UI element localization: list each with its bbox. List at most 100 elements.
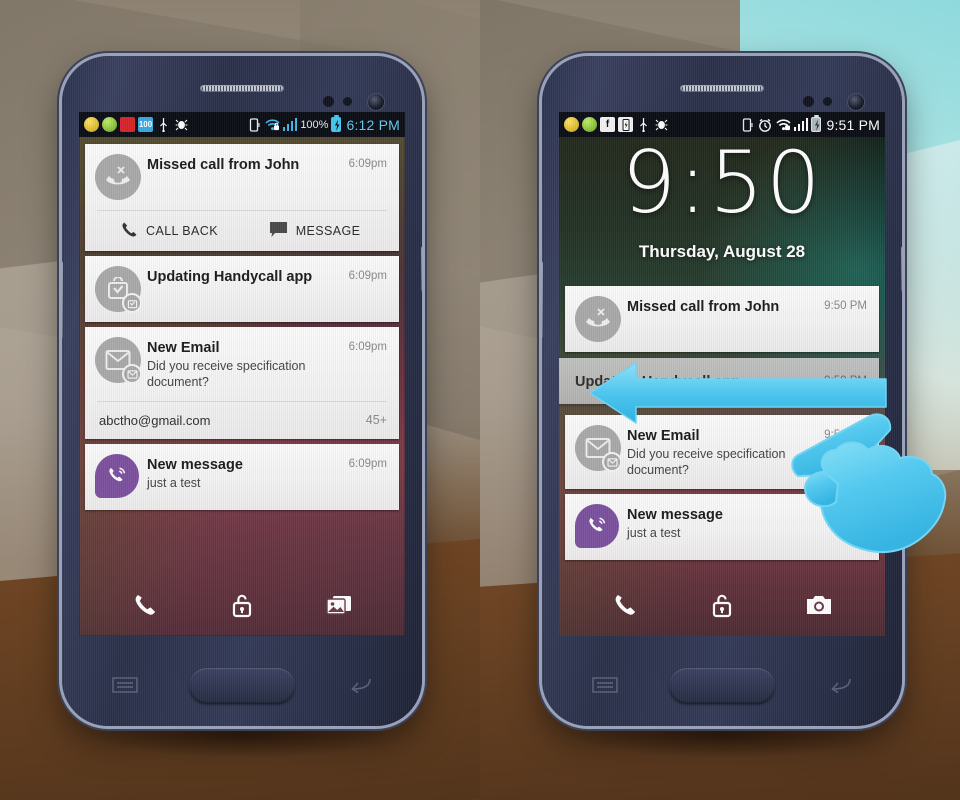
notification-title: New Email <box>147 340 220 356</box>
phone-icon[interactable] <box>128 588 162 622</box>
unlock-icon[interactable] <box>225 588 259 622</box>
notification-subtitle: Did you receive specification document? <box>147 359 306 390</box>
update-badge-icon <box>122 293 142 313</box>
notification-time: 6:09pm <box>348 341 387 353</box>
power-button[interactable] <box>421 246 422 292</box>
viber-icon <box>575 503 621 550</box>
notification-time: 6:09pm <box>348 158 387 170</box>
app-green-icon <box>582 117 597 132</box>
home-button[interactable] <box>669 668 775 704</box>
notification-list-left[interactable]: Missed call from John 6:09pm CALL BACK M… <box>85 144 399 515</box>
notification-time: 6:09pm <box>348 457 387 470</box>
phone-device-right: f 9:51 PM 9:50 Thursday, August 28 Misse… <box>542 56 902 726</box>
phone-icon <box>121 221 138 241</box>
proximity-sensor-icon <box>803 96 814 107</box>
notification-new-email[interactable]: New Email Did you receive specification … <box>565 415 879 489</box>
phone-icon[interactable] <box>608 588 642 622</box>
notification-title: New message <box>627 506 723 523</box>
debug-bug-icon <box>174 117 189 132</box>
proximity-sensor-icon <box>323 96 334 107</box>
back-key[interactable] <box>346 677 372 694</box>
volume-rocker-button[interactable] <box>542 261 543 339</box>
notification-new-email[interactable]: New Email Did you receive specification … <box>85 327 399 439</box>
power-button[interactable] <box>901 246 902 292</box>
home-button[interactable] <box>189 668 295 704</box>
email-badge-icon <box>122 364 142 384</box>
notification-title: Updating Handycall app <box>575 374 741 390</box>
debug-bug-icon <box>654 117 669 132</box>
lock-shortcuts-left[interactable] <box>79 588 405 622</box>
comparison-screenshot: 100 100% 6:12 PM Missed call from John 6… <box>0 0 960 800</box>
battery-percent-label: 100% <box>300 118 329 131</box>
missed-call-icon <box>95 154 141 200</box>
camera-icon[interactable] <box>802 588 836 622</box>
notification-time: 6:09pm <box>348 270 387 282</box>
lock-date-label: Thursday, August 28 <box>638 242 806 261</box>
app-yellow-icon <box>84 117 99 132</box>
lock-screen-clock: 9:50 Thursday, August 28 <box>559 140 885 262</box>
lock-shortcuts-right[interactable] <box>559 588 885 622</box>
lock-time-label: 9:50 <box>621 133 823 233</box>
android-green-icon <box>102 117 117 132</box>
earpiece-speaker-icon <box>680 85 764 92</box>
notification-title: Missed call from John <box>147 157 300 173</box>
signal-bars-icon <box>793 118 809 131</box>
notification-title: New message <box>147 456 243 473</box>
battery-charging-icon <box>331 115 342 132</box>
usb-icon <box>156 117 171 132</box>
screen-left[interactable]: 100 100% 6:12 PM Missed call from John 6… <box>79 112 405 636</box>
email-address-label: abctho@gmail.com <box>99 412 211 428</box>
volume-rocker-button[interactable] <box>62 261 63 339</box>
light-sensor-icon <box>343 97 352 106</box>
gmail-icon <box>575 425 622 472</box>
notification-updating-app[interactable]: Updating Handycall app 6:09pm <box>85 256 399 322</box>
battery-icon <box>811 115 822 132</box>
back-key[interactable] <box>826 677 852 694</box>
front-camera-icon <box>368 94 384 110</box>
notification-subtitle: just a test <box>627 525 681 540</box>
call-back-button[interactable]: CALL BACK <box>97 211 242 251</box>
notification-subtitle: just a test <box>147 475 201 490</box>
notification-time: 9:50 PM <box>824 507 867 520</box>
app-update-icon <box>95 266 142 313</box>
notification-updating-app-swiping[interactable]: Updating Handycall app 9:50 PM <box>559 358 879 405</box>
menu-key[interactable] <box>112 677 138 693</box>
notification-subtitle: Did you receive specification document? <box>627 447 786 478</box>
gallery-icon[interactable] <box>322 588 356 622</box>
email-count-badge: 45+ <box>365 413 387 428</box>
gmail-icon <box>95 337 142 384</box>
email-badge-icon <box>602 452 622 472</box>
app-red-icon <box>120 117 135 132</box>
notification-email-row[interactable]: abctho@gmail.com 45+ <box>97 400 387 439</box>
wifi-secure-icon <box>776 117 791 132</box>
call-back-label: CALL BACK <box>146 224 218 238</box>
vibrate-icon <box>247 117 262 132</box>
message-bubble-icon <box>269 221 288 241</box>
notification-missed-call[interactable]: Missed call from John 9:50 PM <box>565 286 879 352</box>
app-100-icon: 100 <box>138 117 153 132</box>
notification-list-right[interactable]: Missed call from John 9:50 PM New Email … <box>565 286 879 565</box>
notification-time: 9:50 PM <box>824 375 867 387</box>
viber-icon <box>95 453 141 500</box>
message-button[interactable]: MESSAGE <box>242 211 387 251</box>
notification-time: 9:50 PM <box>824 300 867 312</box>
notification-new-message[interactable]: New message just a test 6:09pm <box>85 443 399 510</box>
notification-new-message[interactable]: New message just a test 9:50 PM <box>565 493 879 560</box>
menu-key[interactable] <box>592 677 618 693</box>
notification-title: New Email <box>627 428 700 444</box>
wifi-secure-icon <box>265 117 280 132</box>
missed-call-icon <box>575 296 621 342</box>
unlock-icon[interactable] <box>705 588 739 622</box>
status-bar-clock: 6:12 PM <box>346 116 400 133</box>
message-label: MESSAGE <box>295 224 361 238</box>
screen-right[interactable]: f 9:51 PM 9:50 Thursday, August 28 Misse… <box>559 112 885 636</box>
usb-icon <box>636 117 651 132</box>
status-bar-clock: 9:51 PM <box>826 116 880 133</box>
notification-title: Missed call from John <box>627 299 780 315</box>
notification-time: 9:50 PM <box>824 429 867 441</box>
notification-actions[interactable]: CALL BACK MESSAGE <box>97 210 387 251</box>
notification-missed-call[interactable]: Missed call from John 6:09pm CALL BACK M… <box>85 144 399 251</box>
phone-device-left: 100 100% 6:12 PM Missed call from John 6… <box>62 56 422 726</box>
status-bar-left: 100 100% 6:12 PM <box>79 112 405 137</box>
front-camera-icon <box>848 94 864 110</box>
